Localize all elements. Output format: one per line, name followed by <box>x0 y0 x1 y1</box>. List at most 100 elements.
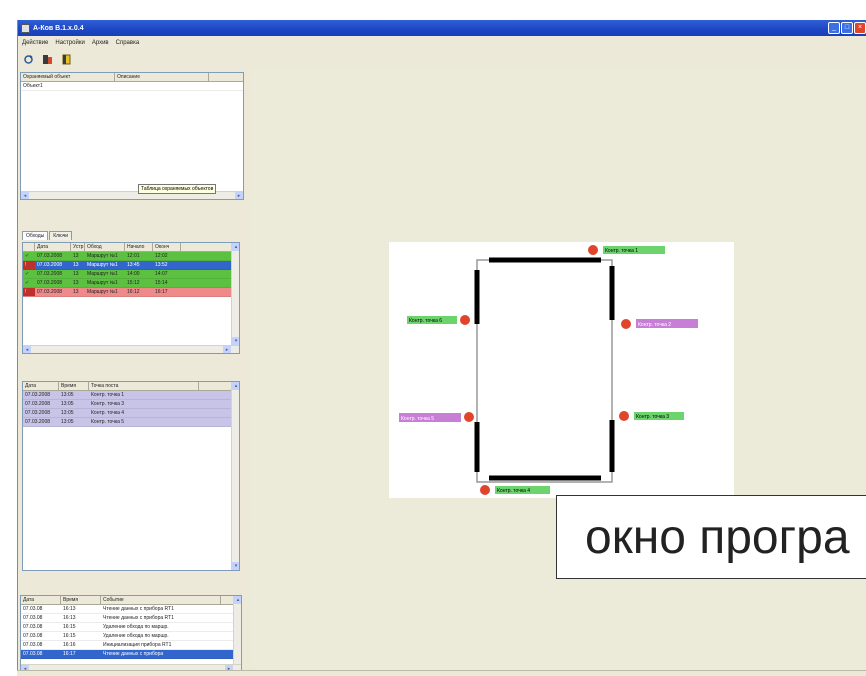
round-date: 07.03.2008 <box>37 271 63 277</box>
route-map: Контр. точка 1 Контр. точка 2 Контр. точ… <box>399 245 698 495</box>
route-outline <box>476 259 613 483</box>
table-row[interactable]: 07.03.08 16:17 Чтение данных с прибора <box>21 650 241 659</box>
menu-item-help[interactable]: Справка <box>116 40 140 46</box>
round-device: 13 <box>73 289 79 295</box>
column-header-end[interactable]: Оконч <box>153 243 181 251</box>
rounds-table[interactable]: Дата Устр Обход Начало Оконч ✔ 07.03.200… <box>22 242 240 354</box>
table-row[interactable]: 07.03.2008 13:05 Контр. точка 3 <box>23 400 239 409</box>
column-header-object[interactable]: Охраняемый объект <box>21 73 115 81</box>
column-header-status[interactable] <box>23 243 35 251</box>
round-route: Маршрут №1 <box>87 271 118 277</box>
column-header-route[interactable]: Обход <box>85 243 125 251</box>
tab-keys[interactable]: Ключи <box>49 231 73 240</box>
menu-item-archive[interactable]: Архив <box>92 40 109 46</box>
column-header-time[interactable]: Время <box>61 596 101 604</box>
checkpoint-label: Контр. точка 5 <box>401 416 434 422</box>
table-row[interactable]: 07.03.08 16:16 Инициализация прибора RT1 <box>21 641 241 650</box>
points-table[interactable]: Дата Время Точка поста 07.03.2008 13:05 … <box>22 381 240 571</box>
checkpoint-marker-icon[interactable] <box>621 319 631 329</box>
scroll-up-icon[interactable]: ▴ <box>234 596 241 604</box>
close-button[interactable]: × <box>854 22 866 34</box>
scroll-right-icon[interactable]: ▸ <box>235 192 243 199</box>
event-date: 07.03.08 <box>23 606 43 612</box>
round-device: 13 <box>73 271 79 277</box>
vertical-scrollbar[interactable]: ▴ <box>233 596 241 672</box>
table-row[interactable]: 07.03.2008 13:05 Контр. точка 5 <box>23 418 239 427</box>
scroll-up-icon[interactable]: ▴ <box>232 243 239 251</box>
menu-item-action[interactable]: Действие <box>22 40 48 46</box>
scroll-down-icon[interactable]: ▾ <box>232 562 239 570</box>
scroll-right-icon[interactable]: ▸ <box>223 346 231 353</box>
scroll-up-icon[interactable]: ▴ <box>232 382 239 390</box>
round-route: Маршрут №1 <box>87 253 118 259</box>
column-header-description[interactable]: Описание <box>115 73 209 81</box>
horizontal-scrollbar[interactable]: ◂ ▸ <box>23 345 239 353</box>
menu-item-settings[interactable]: Настройки <box>55 40 84 46</box>
table-row[interactable]: ✔ 07.03.2008 13 Маршрут №1 15:12 15:14 <box>23 279 239 288</box>
table-row[interactable]: 07.03.2008 13:05 Контр. точка 4 <box>23 409 239 418</box>
event-text: Чтение данных с прибора RT1 <box>103 606 174 612</box>
read-device-button[interactable] <box>41 53 54 66</box>
route-map-canvas[interactable]: Контр. точка 1 Контр. точка 2 Контр. точ… <box>389 242 734 498</box>
table-row[interactable]: 07.03.2008 13:05 Контр. точка 1 <box>23 391 239 400</box>
round-end: 12:02 <box>155 253 168 259</box>
table-row[interactable]: ✔ 07.03.2008 13 Маршрут №1 12:01 12:02 <box>23 252 239 261</box>
tab-strip: Обходы Ключи <box>22 231 73 240</box>
checkpoint-marker-icon[interactable] <box>460 315 470 325</box>
point-date: 07.03.2008 <box>25 392 51 398</box>
refresh-button[interactable] <box>22 53 35 66</box>
event-text: Чтение данных с прибора <box>103 651 164 657</box>
event-text: Удаление обхода по маршр. <box>103 624 169 630</box>
checkpoint-label: Контр. точка 2 <box>638 322 671 328</box>
event-time: 16:16 <box>63 642 76 648</box>
round-start: 13:45 <box>127 262 140 268</box>
table-row[interactable]: 07.03.08 16:15 Удаление обхода по маршр. <box>21 632 241 641</box>
round-end: 14:07 <box>155 271 168 277</box>
column-header-device[interactable]: Устр <box>71 243 85 251</box>
scroll-down-icon[interactable]: ▾ <box>232 337 239 345</box>
scroll-left-icon[interactable]: ◂ <box>23 346 31 353</box>
exit-button[interactable] <box>60 53 73 66</box>
check-icon: ✔ <box>25 271 30 277</box>
scroll-left-icon[interactable]: ◂ <box>21 192 29 199</box>
column-header-event[interactable]: Событие <box>101 596 221 604</box>
vertical-scrollbar[interactable]: ▴ ▾ <box>231 382 239 570</box>
column-header-start[interactable]: Начало <box>125 243 153 251</box>
objects-table[interactable]: Охраняемый объект Описание Объект1 ◂ ▸ <box>20 72 244 200</box>
table-row[interactable]: ! 07.03.2008 13 Маршрут №1 13:45 13:52 <box>23 261 239 270</box>
minimize-button[interactable]: _ <box>828 22 840 34</box>
checkpoint-label: Контр. точка 6 <box>409 318 442 324</box>
checkpoint-marker-icon[interactable] <box>464 412 474 422</box>
checkpoint-marker-icon[interactable] <box>480 485 490 495</box>
column-header-date[interactable]: Дата <box>35 243 71 251</box>
exit-door-icon <box>62 54 71 64</box>
tab-rounds[interactable]: Обходы <box>22 231 49 240</box>
events-table-header: Дата Время Событие <box>21 596 241 605</box>
table-row[interactable]: 07.03.08 16:13 Чтение данных с прибора R… <box>21 605 241 614</box>
checkpoint-marker-icon[interactable] <box>588 245 598 255</box>
checkpoint-label: Контр. точка 3 <box>636 414 669 420</box>
table-row[interactable]: Объект1 <box>21 82 243 91</box>
column-header-point[interactable]: Точка поста <box>89 382 199 390</box>
point-date: 07.03.2008 <box>25 419 51 425</box>
table-row[interactable]: 07.03.08 16:15 Удаление обхода по маршр. <box>21 623 241 632</box>
checkpoint-marker-icon[interactable] <box>619 411 629 421</box>
table-row[interactable]: 07.03.08 16:13 Чтение данных с прибора R… <box>21 614 241 623</box>
tooltip: Таблица охраняемых объектов <box>138 184 217 194</box>
table-row[interactable]: ✔ 07.03.2008 13 Маршрут №1 14:00 14:07 <box>23 270 239 279</box>
column-header-time[interactable]: Время <box>59 382 89 390</box>
point-time: 13:05 <box>61 392 74 398</box>
round-date: 07.03.2008 <box>37 280 63 286</box>
object-description <box>115 82 209 90</box>
checkpoint-label: Контр. точка 4 <box>497 488 530 494</box>
column-header-date[interactable]: Дата <box>21 596 61 604</box>
point-name: Контр. точка 5 <box>91 419 125 425</box>
checkpoint-label: Контр. точка 1 <box>605 248 638 254</box>
table-row[interactable]: ! 07.03.2008 13 Маршрут №1 16:12 16:17 <box>23 288 239 297</box>
column-header-date[interactable]: Дата <box>23 382 59 390</box>
menu-bar: Действие Настройки Архив Справка <box>18 37 139 49</box>
maximize-button[interactable]: □ <box>841 22 853 34</box>
vertical-scrollbar[interactable]: ▴ ▾ <box>231 243 239 353</box>
events-table[interactable]: Дата Время Событие 07.03.08 16:13 Чтение… <box>20 595 242 673</box>
round-date: 07.03.2008 <box>37 289 63 295</box>
